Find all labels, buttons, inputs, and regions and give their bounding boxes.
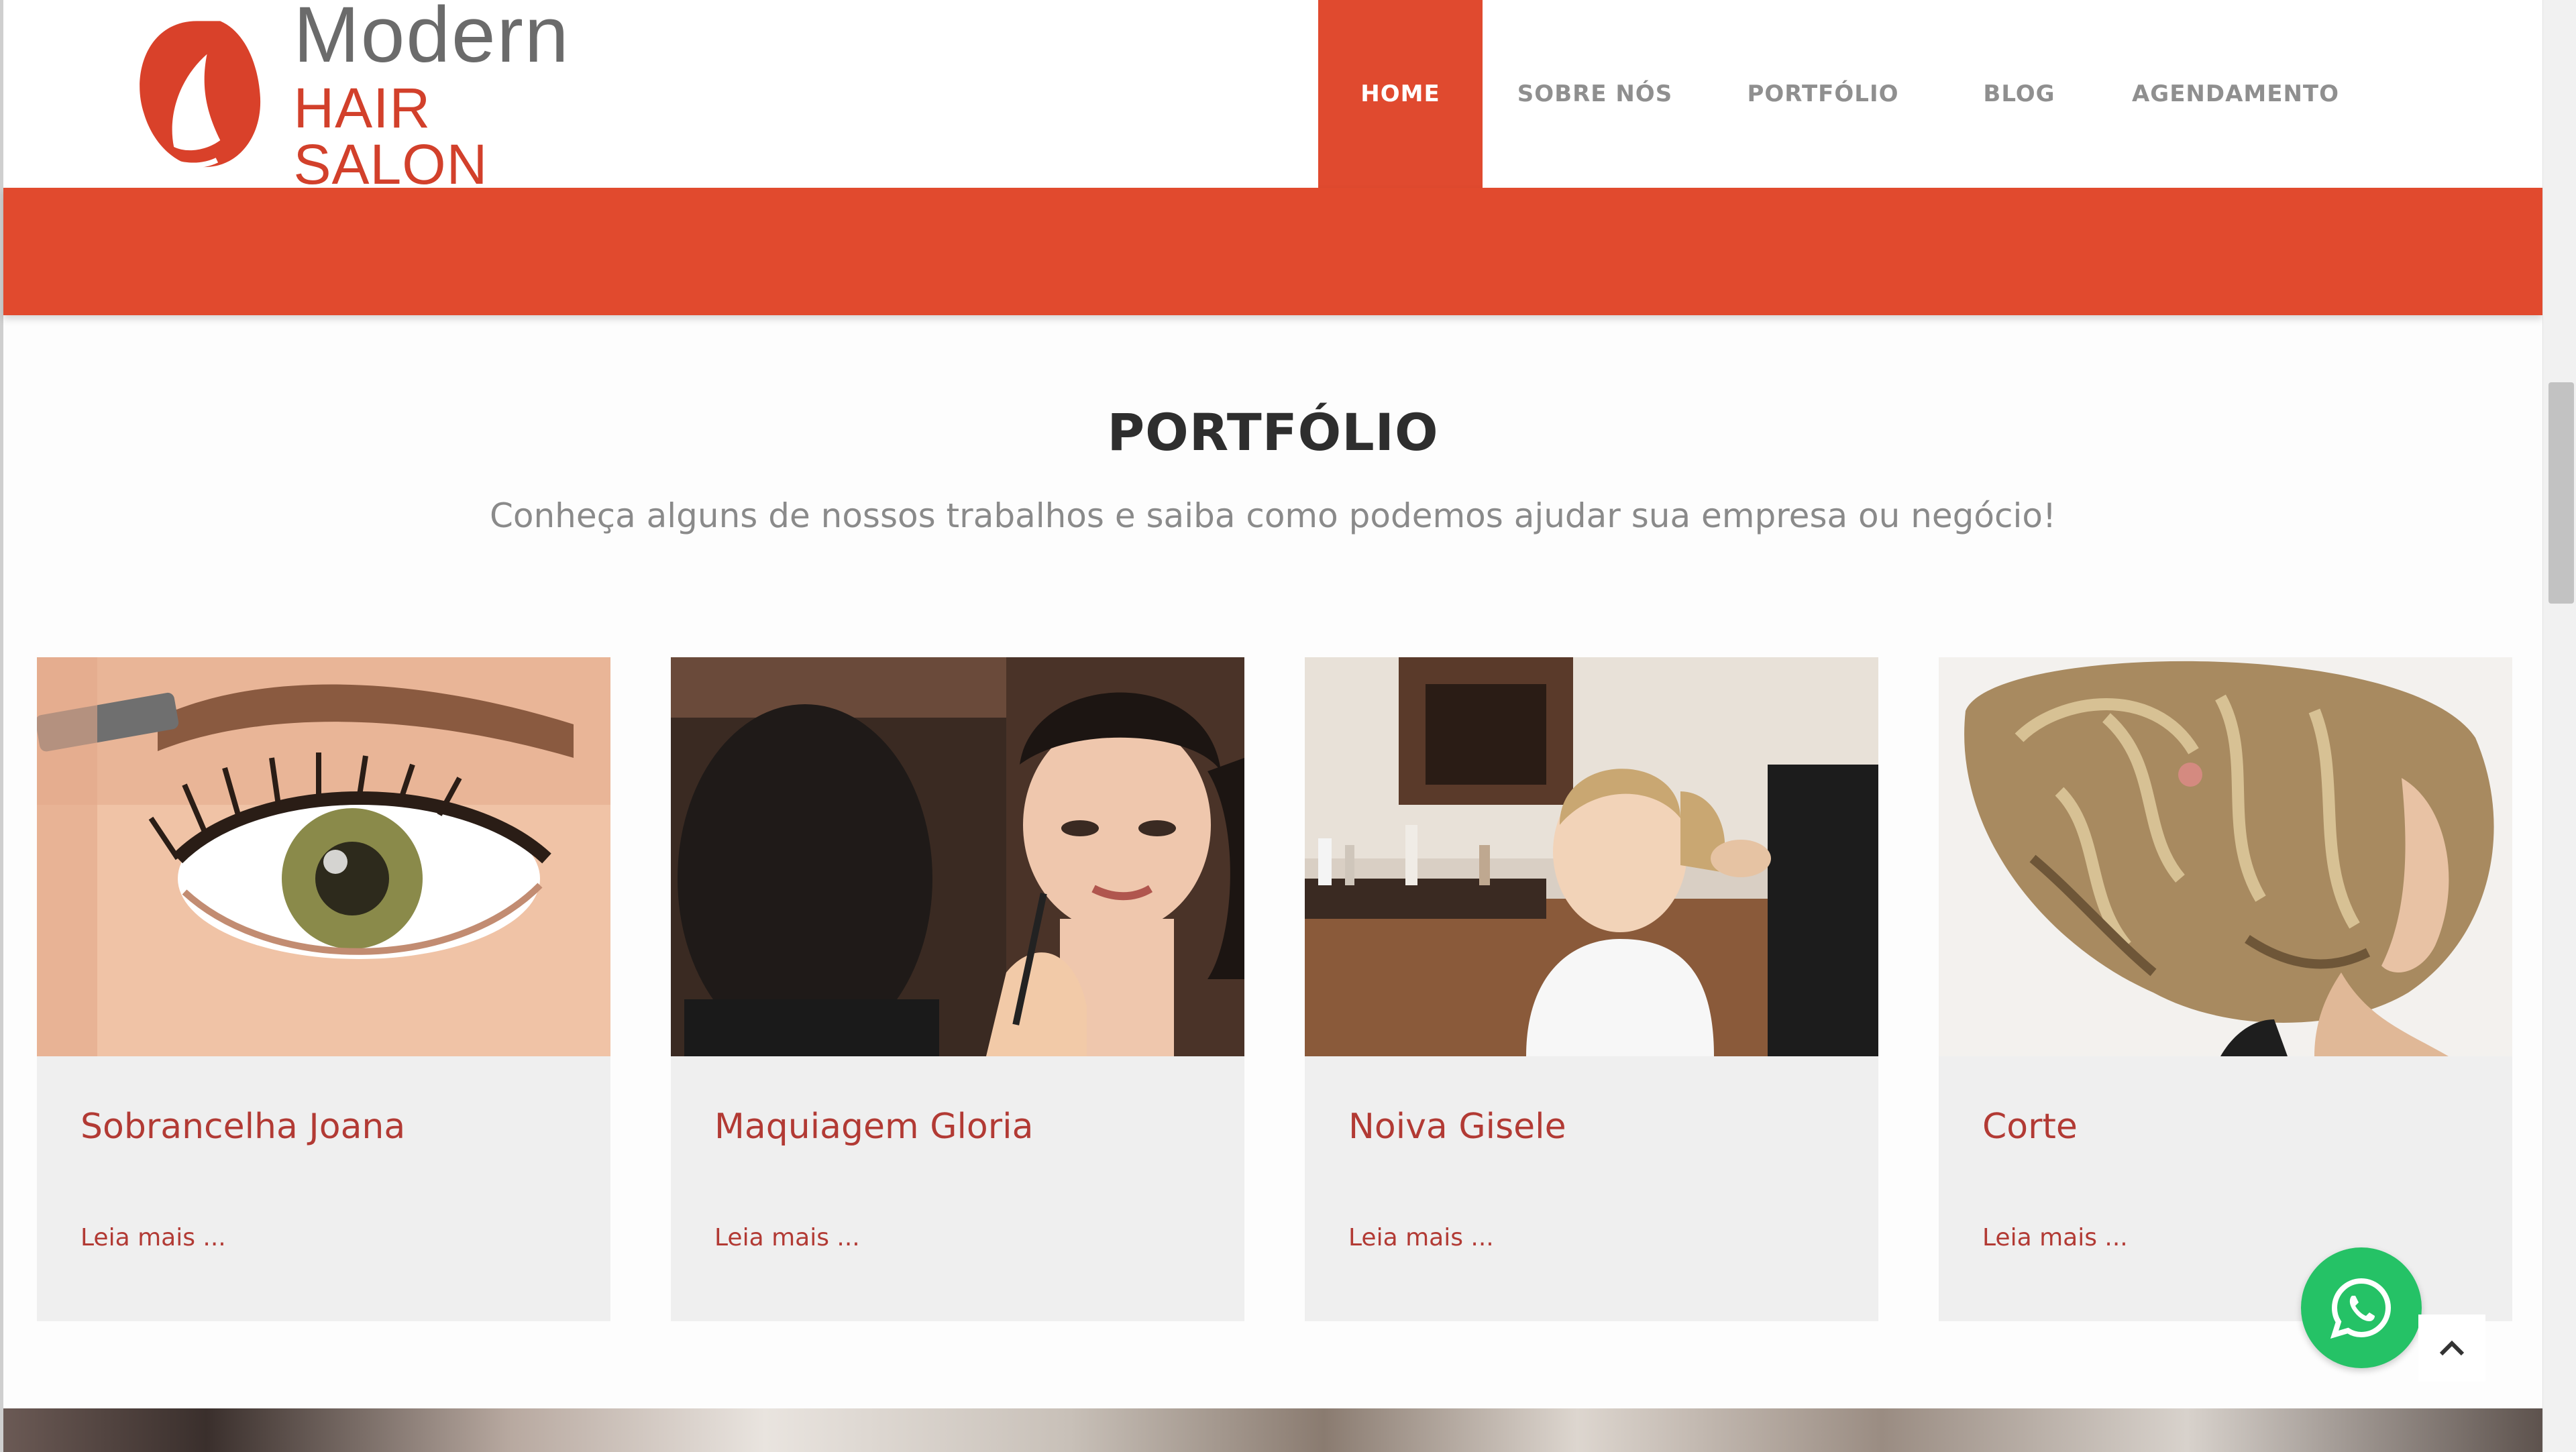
haircut-photo[interactable] [1939, 657, 2512, 1056]
portfolio-card[interactable]: Sobrancelha Joana Leia mais ... [37, 657, 610, 1321]
read-more-link[interactable]: Leia mais ... [80, 1224, 226, 1251]
nav-item-sobre-nos[interactable]: SOBRE NÓS [1483, 0, 1707, 188]
section-subtitle: Conheça alguns de nossos trabalhos e sai… [489, 496, 2056, 535]
section-title: PORTFÓLIO [1107, 402, 1439, 462]
read-more-link[interactable]: Leia mais ... [1982, 1224, 2128, 1251]
main-nav: HOME SOBRE NÓS PORTFÓLIO BLOG AGENDAMENT… [1318, 0, 2371, 188]
card-title[interactable]: Sobrancelha Joana [80, 1107, 405, 1147]
whatsapp-icon [2330, 1278, 2392, 1339]
hero-banner [3, 188, 2542, 315]
portfolio-card[interactable]: Corte Leia mais ... [1939, 657, 2512, 1321]
logo[interactable]: Modern HAIR SALON [127, 0, 637, 192]
page: Modern HAIR SALON HOME SOBRE NÓS PORTFÓL… [0, 0, 2576, 1452]
read-more-link[interactable]: Leia mais ... [714, 1224, 860, 1251]
nav-item-home[interactable]: HOME [1318, 0, 1483, 188]
card-title[interactable]: Noiva Gisele [1348, 1107, 1566, 1147]
site-header: Modern HAIR SALON HOME SOBRE NÓS PORTFÓL… [3, 0, 2542, 192]
logo-leaf-icon [140, 21, 261, 168]
portfolio-card[interactable]: Maquiagem Gloria Leia mais ... [671, 657, 1244, 1321]
portfolio-grid: Sobrancelha Joana Leia mais ... Maquiage… [37, 657, 2519, 1321]
nav-item-agendamento[interactable]: AGENDAMENTO [2100, 0, 2371, 188]
chevron-up-icon [2439, 1340, 2465, 1356]
page-scrollbar[interactable] [2542, 0, 2576, 1452]
next-section-photo-strip [3, 1408, 2542, 1452]
eyebrow-photo[interactable] [37, 657, 610, 1056]
read-more-link[interactable]: Leia mais ... [1348, 1224, 1494, 1251]
card-title[interactable]: Maquiagem Gloria [714, 1107, 1033, 1147]
logo-subtitle: HAIR SALON [293, 76, 488, 196]
bride-photo[interactable] [1305, 657, 1878, 1056]
nav-item-blog[interactable]: BLOG [1939, 0, 2100, 188]
makeup-photo[interactable] [671, 657, 1244, 1056]
nav-item-portfolio[interactable]: PORTFÓLIO [1707, 0, 1939, 188]
back-to-top-button[interactable] [2418, 1315, 2485, 1382]
scrollbar-thumb[interactable] [2548, 382, 2574, 604]
logo-title: Modern [293, 0, 570, 79]
card-title[interactable]: Corte [1982, 1107, 2078, 1147]
whatsapp-button[interactable] [2301, 1247, 2422, 1368]
portfolio-card[interactable]: Noiva Gisele Leia mais ... [1305, 657, 1878, 1321]
